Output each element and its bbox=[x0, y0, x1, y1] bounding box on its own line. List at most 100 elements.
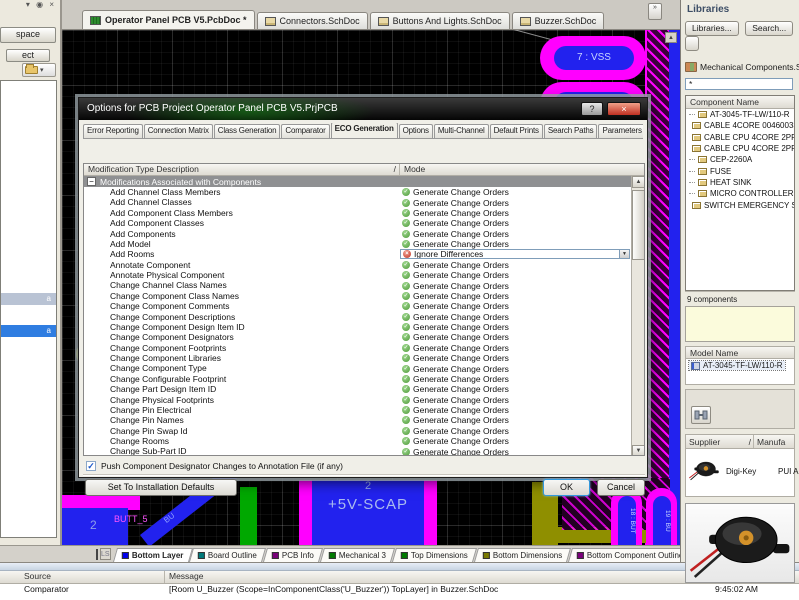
push-designator-checkbox-row[interactable]: ✓ Push Component Designator Changes to A… bbox=[86, 461, 343, 471]
eco-row-mode[interactable]: Generate Change Orders ▼ bbox=[400, 426, 630, 436]
eco-row[interactable]: Change Sub-Part ID Generate Change Order… bbox=[84, 446, 644, 456]
eco-row[interactable]: Change Component Libraries Generate Chan… bbox=[84, 353, 644, 363]
eco-row-mode[interactable]: Generate Change Orders ▼ bbox=[400, 229, 630, 239]
dialog-tab[interactable]: Search Paths bbox=[544, 124, 598, 138]
current-layer-swatch[interactable] bbox=[96, 549, 98, 560]
supplier-row[interactable]: Digi-Key PUI Aud bbox=[685, 449, 795, 497]
project-tree[interactable]: a a bbox=[0, 80, 57, 538]
eco-row-mode[interactable]: Generate Change Orders ▼ bbox=[400, 239, 630, 249]
combo-dropdown-arrow[interactable]: ▼ bbox=[619, 250, 629, 258]
project-tree-item[interactable]: a bbox=[1, 325, 56, 337]
checkbox-checked-icon[interactable]: ✓ bbox=[86, 461, 96, 471]
supplier-header[interactable]: Supplier / Manufa bbox=[685, 434, 795, 449]
set-installation-defaults-button[interactable]: Set To Installation Defaults bbox=[85, 479, 237, 496]
eco-row[interactable]: Change Configurable Footprint Generate C… bbox=[84, 374, 644, 384]
active-library-dropdown[interactable]: Mechanical Components.SchLi bbox=[685, 60, 799, 74]
panel-grip[interactable] bbox=[0, 563, 799, 571]
dialog-tab[interactable]: Connection Matrix bbox=[144, 124, 213, 138]
search-button[interactable]: Search... bbox=[745, 21, 793, 36]
eco-row-mode[interactable]: Generate Change Orders ▼ bbox=[400, 405, 630, 415]
document-tab[interactable]: Buzzer.SchDoc bbox=[512, 12, 605, 29]
document-tab[interactable]: Connectors.SchDoc bbox=[257, 12, 368, 29]
eco-row[interactable]: Change Pin Swap Id Generate Change Order… bbox=[84, 426, 644, 436]
layer-tab[interactable]: PCB Info bbox=[263, 548, 323, 562]
document-tab[interactable]: Buttons And Lights.SchDoc bbox=[370, 12, 510, 29]
eco-row[interactable]: Change Component Designators Generate Ch… bbox=[84, 332, 644, 342]
eco-row-mode[interactable]: Ignore Differences ▼ bbox=[400, 249, 630, 259]
messages-header[interactable]: Source Message Time bbox=[0, 571, 799, 584]
layer-tab[interactable]: Bottom Dimensions bbox=[474, 548, 571, 562]
component-list-item[interactable]: SWITCH EMERGENCY STO bbox=[686, 199, 794, 210]
eco-row[interactable]: Change Component Type Generate Change Or… bbox=[84, 363, 644, 373]
component-filter-input[interactable]: * bbox=[685, 78, 793, 90]
eco-row[interactable]: Add Model Generate Change Orders ▼ bbox=[84, 239, 644, 249]
eco-row-mode[interactable]: Generate Change Orders ▼ bbox=[400, 260, 630, 270]
eco-row[interactable]: Change Component Descriptions Generate C… bbox=[84, 312, 644, 322]
dialog-tab[interactable]: Class Generation bbox=[214, 124, 281, 138]
eco-row[interactable]: Annotate Physical Component Generate Cha… bbox=[84, 270, 644, 280]
scrollbar-thumb[interactable] bbox=[632, 190, 645, 260]
component-list-item[interactable]: AT-3045-TF-LW/110-R bbox=[686, 109, 794, 120]
eco-row[interactable]: Change Physical Footprints Generate Chan… bbox=[84, 395, 644, 405]
model-name-header[interactable]: Model Name bbox=[685, 346, 795, 359]
dialog-tab[interactable]: Comparator bbox=[281, 124, 329, 138]
eco-row[interactable]: Add Rooms Ignore Differences ▼ bbox=[84, 249, 644, 259]
eco-row-mode[interactable]: Generate Change Orders ▼ bbox=[400, 363, 630, 373]
eco-row[interactable]: Change Component Footprints Generate Cha… bbox=[84, 343, 644, 353]
eco-row-mode[interactable]: Generate Change Orders ▼ bbox=[400, 312, 630, 322]
cancel-button[interactable]: Cancel bbox=[597, 479, 645, 496]
eco-row[interactable]: Add Components Generate Change Orders ▼ bbox=[84, 229, 644, 239]
dialog-tab[interactable]: Parameters bbox=[598, 124, 643, 138]
eco-row[interactable]: Change Pin Electrical Generate Change Or… bbox=[84, 405, 644, 415]
eco-row-mode[interactable]: Generate Change Orders ▼ bbox=[400, 208, 630, 218]
eco-row[interactable]: Add Component Class Members Generate Cha… bbox=[84, 208, 644, 218]
eco-row-mode[interactable]: Generate Change Orders ▼ bbox=[400, 218, 630, 228]
layer-tab[interactable]: Mechanical 3 bbox=[320, 548, 395, 562]
dialog-help-button[interactable]: ? bbox=[581, 102, 603, 116]
project-tree-item[interactable]: a bbox=[1, 293, 56, 305]
eco-row[interactable]: Change Part Design Item ID Generate Chan… bbox=[84, 384, 644, 394]
dialog-tab[interactable]: Multi-Channel bbox=[434, 124, 489, 138]
layer-set-button[interactable]: LS bbox=[100, 548, 111, 560]
eco-row-mode[interactable]: Generate Change Orders ▼ bbox=[400, 280, 630, 290]
eco-row-mode[interactable]: Generate Change Orders ▼ bbox=[400, 270, 630, 280]
component-list-item[interactable]: CABLE 4CORE 00460033 bbox=[686, 120, 794, 131]
libraries-button[interactable]: Libraries... bbox=[685, 21, 739, 36]
collapse-icon[interactable]: − bbox=[87, 177, 96, 186]
component-list-item[interactable]: FUSE bbox=[686, 165, 794, 176]
eco-row-mode[interactable]: Generate Change Orders ▼ bbox=[400, 446, 630, 456]
eco-row-mode[interactable]: Generate Change Orders ▼ bbox=[400, 332, 630, 342]
eco-row-mode[interactable]: Generate Change Orders ▼ bbox=[400, 343, 630, 353]
eco-row-mode[interactable]: Generate Change Orders ▼ bbox=[400, 197, 630, 207]
layer-tab[interactable]: Top Dimensions bbox=[392, 548, 477, 562]
dialog-tab[interactable]: Error Reporting bbox=[83, 124, 143, 138]
eco-row[interactable]: Add Channel Classes Generate Change Orde… bbox=[84, 197, 644, 207]
panel-toolbar-icons[interactable]: ▾ ◉ × bbox=[26, 0, 56, 9]
list-scrollbar[interactable]: ▲ ▼ bbox=[631, 176, 644, 456]
eco-row[interactable]: Change Component Design Item ID Generate… bbox=[84, 322, 644, 332]
eco-row-mode[interactable]: Generate Change Orders ▼ bbox=[400, 301, 630, 311]
eco-row[interactable]: Add Channel Class Members Generate Chang… bbox=[84, 187, 644, 197]
eco-row-mode[interactable]: Generate Change Orders ▼ bbox=[400, 436, 630, 446]
eco-row-mode[interactable]: Generate Change Orders ▼ bbox=[400, 384, 630, 394]
scroll-up-icon[interactable]: ▲ bbox=[632, 176, 645, 188]
document-tab[interactable]: Operator Panel PCB V5.PcbDoc * bbox=[82, 10, 255, 29]
group-row[interactable]: − Modifications Associated with Componen… bbox=[84, 176, 644, 187]
message-row[interactable]: Comparator [Room U_Buzzer (Scope=InCompo… bbox=[0, 584, 799, 597]
model-row[interactable]: AT-3045-TF-LW/110-R bbox=[685, 359, 795, 385]
eco-row-mode[interactable]: Generate Change Orders ▼ bbox=[400, 353, 630, 363]
eco-row-mode[interactable]: Generate Change Orders ▼ bbox=[400, 374, 630, 384]
dialog-close-button[interactable]: × bbox=[607, 102, 641, 116]
eco-row-mode[interactable]: Generate Change Orders ▼ bbox=[400, 187, 630, 197]
list-header[interactable]: Modification Type Description / Mode bbox=[84, 164, 644, 176]
place-button-clipped[interactable] bbox=[685, 36, 699, 51]
scroll-down-icon[interactable]: ▼ bbox=[632, 445, 645, 456]
component-list-item[interactable]: HEAT SINK bbox=[686, 177, 794, 188]
component-name-header[interactable]: Component Name bbox=[686, 96, 794, 109]
layer-tab[interactable]: Bottom Layer bbox=[113, 548, 193, 562]
eco-row[interactable]: Add Component Classes Generate Change Or… bbox=[84, 218, 644, 228]
eco-row-mode[interactable]: Generate Change Orders ▼ bbox=[400, 322, 630, 332]
eco-row[interactable]: Change Channel Class Names Generate Chan… bbox=[84, 280, 644, 290]
component-list-item[interactable]: MICRO CONTROLLER bbox=[686, 188, 794, 199]
eco-row[interactable]: Change Component Comments Generate Chang… bbox=[84, 301, 644, 311]
